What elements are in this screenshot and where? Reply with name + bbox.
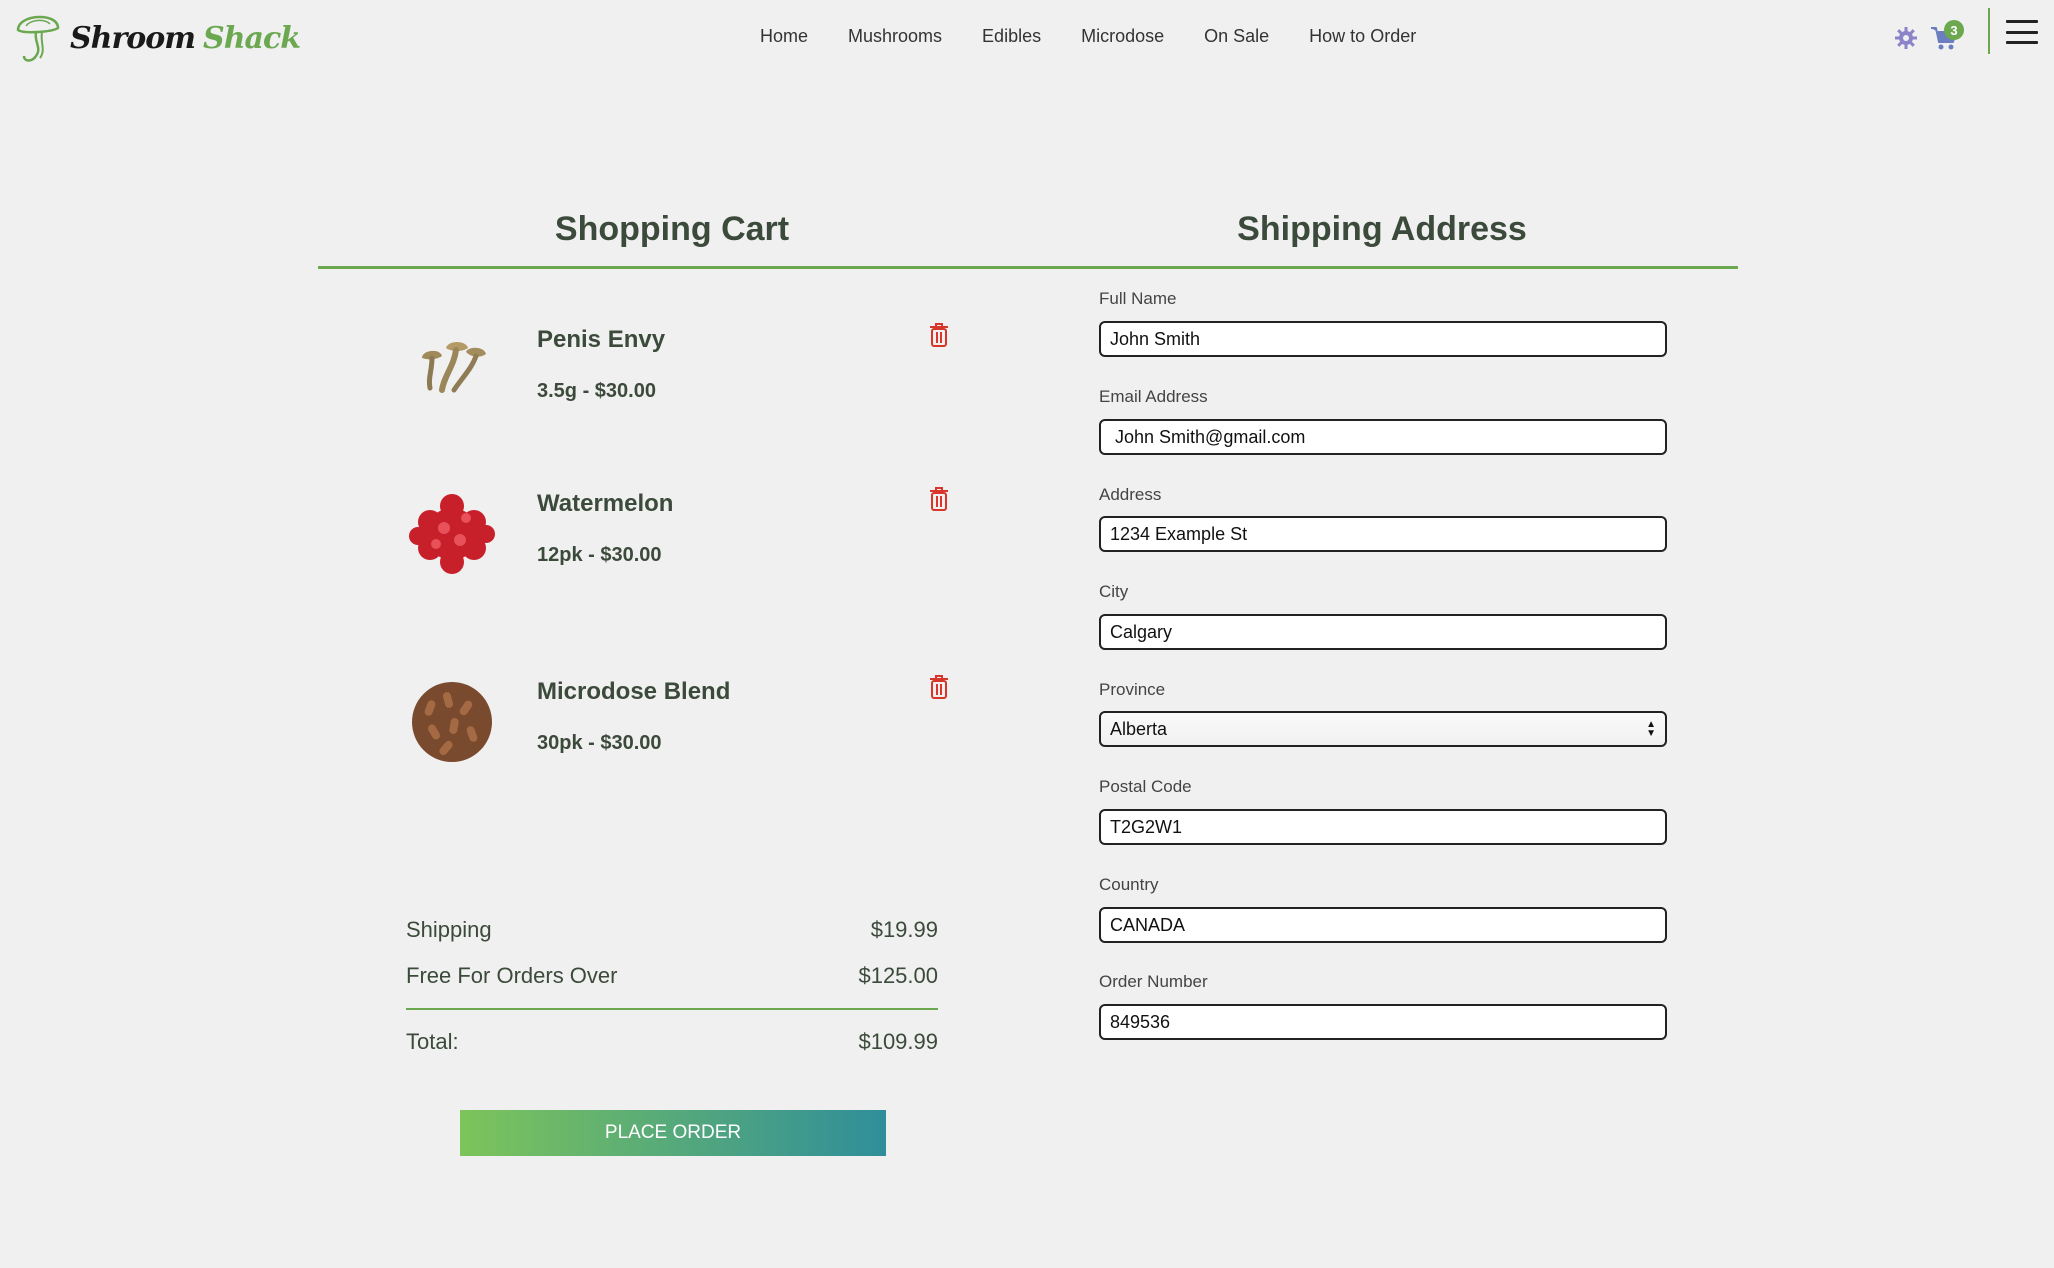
nav-edibles[interactable]: Edibles <box>982 26 1041 47</box>
province-select[interactable]: Alberta ▲ ▼ <box>1099 711 1667 747</box>
full-name-label: Full Name <box>1099 289 1177 308</box>
gear-icon[interactable] <box>1894 26 1918 50</box>
country-input[interactable] <box>1099 907 1667 943</box>
email-input[interactable] <box>1099 419 1667 455</box>
item-name: Penis Envy <box>537 326 666 353</box>
free-shipping-row: Free For Orders Over $125.00 <box>406 963 938 989</box>
item-detail: 3.5g - $30.00 <box>537 380 656 402</box>
nav-on-sale[interactable]: On Sale <box>1204 26 1269 47</box>
section-divider <box>318 266 1738 269</box>
nav-mushrooms[interactable]: Mushrooms <box>848 26 942 47</box>
mushroom-logo-icon <box>16 15 60 62</box>
item-detail: 30pk - $30.00 <box>537 732 662 754</box>
item-detail: 12pk - $30.00 <box>537 544 662 566</box>
header-divider <box>1988 8 1990 54</box>
full-name-input[interactable] <box>1099 321 1667 357</box>
province-selected-value: Alberta <box>1110 718 1168 739</box>
site-header: Shroom Shack Home Mushrooms Edibles Micro… <box>0 0 2054 84</box>
item-name: Microdose Blend <box>537 678 731 705</box>
free-shipping-label: Free For Orders Over <box>406 963 618 988</box>
summary-divider <box>406 1008 938 1010</box>
shopping-cart-title: Shopping Cart <box>554 210 790 248</box>
item-name: Watermelon <box>537 490 674 517</box>
brand-logo[interactable]: Shroom Shack <box>12 6 301 70</box>
shipping-address-title: Shipping Address <box>1237 210 1527 248</box>
total-row: Total: $109.99 <box>406 1029 938 1055</box>
address-input[interactable] <box>1099 516 1667 552</box>
nav-home[interactable]: Home <box>760 26 808 47</box>
order-number-label: Order Number <box>1099 972 1208 991</box>
email-label: Email Address <box>1099 387 1208 406</box>
product-image-watermelon <box>409 494 495 574</box>
shipping-label: Shipping <box>406 917 492 942</box>
postal-code-input[interactable] <box>1099 809 1667 845</box>
city-input[interactable] <box>1099 614 1667 650</box>
trash-icon[interactable] <box>928 486 950 512</box>
cart-count-badge: 3 <box>1944 20 1964 40</box>
main-nav: Home Mushrooms Edibles Microdose On Sale… <box>760 26 1416 47</box>
order-number-input[interactable] <box>1099 1004 1667 1040</box>
city-label: City <box>1099 582 1129 601</box>
total-label: Total: <box>406 1029 459 1054</box>
address-label: Address <box>1099 485 1162 504</box>
trash-icon[interactable] <box>928 322 950 348</box>
cart-item: Penis Envy 3.5g - $30.00 <box>400 318 960 458</box>
nav-how-to-order[interactable]: How to Order <box>1309 26 1416 47</box>
product-image-microdose-blend <box>412 682 492 762</box>
product-image-penis-envy <box>422 342 486 393</box>
province-label: Province <box>1099 680 1166 699</box>
shipping-row: Shipping $19.99 <box>406 917 938 943</box>
cart-item: Microdose Blend 30pk - $30.00 <box>400 670 960 810</box>
postal-code-label: Postal Code <box>1099 777 1192 796</box>
brand-word-1: Shroom <box>70 20 196 56</box>
trash-icon[interactable] <box>928 674 950 700</box>
brand-word-2: Shack <box>203 20 301 56</box>
total-value: $109.99 <box>858 1029 938 1054</box>
country-label: Country <box>1099 875 1159 894</box>
shipping-value: $19.99 <box>870 917 938 942</box>
free-shipping-value: $125.00 <box>858 963 938 988</box>
place-order-button[interactable]: PLACE ORDER <box>460 1110 886 1156</box>
cart-item: Watermelon 12pk - $30.00 <box>400 482 960 622</box>
select-arrows-icon: ▲ ▼ <box>1646 719 1656 739</box>
nav-microdose[interactable]: Microdose <box>1081 26 1164 47</box>
hamburger-icon[interactable] <box>2006 20 2038 44</box>
